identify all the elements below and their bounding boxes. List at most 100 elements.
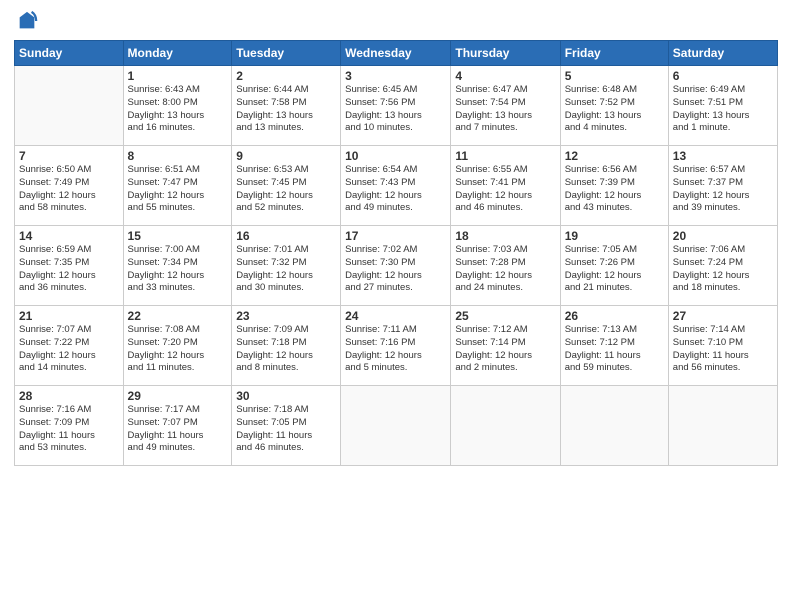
- cell-info: Sunrise: 6:56 AM Sunset: 7:39 PM Dayligh…: [565, 164, 664, 215]
- cell-date: 20: [673, 229, 773, 243]
- calendar-table: SundayMondayTuesdayWednesdayThursdayFrid…: [14, 40, 778, 466]
- cell-date: 12: [565, 149, 664, 163]
- calendar-cell: [668, 386, 777, 466]
- calendar-cell: [341, 386, 451, 466]
- calendar-cell: 6Sunrise: 6:49 AM Sunset: 7:51 PM Daylig…: [668, 66, 777, 146]
- cell-info: Sunrise: 6:47 AM Sunset: 7:54 PM Dayligh…: [455, 84, 555, 135]
- cell-info: Sunrise: 7:06 AM Sunset: 7:24 PM Dayligh…: [673, 244, 773, 295]
- cell-info: Sunrise: 6:51 AM Sunset: 7:47 PM Dayligh…: [128, 164, 228, 215]
- cell-date: 9: [236, 149, 336, 163]
- calendar-cell: 7Sunrise: 6:50 AM Sunset: 7:49 PM Daylig…: [15, 146, 124, 226]
- calendar-cell: 18Sunrise: 7:03 AM Sunset: 7:28 PM Dayli…: [451, 226, 560, 306]
- cell-date: 30: [236, 389, 336, 403]
- cell-date: 3: [345, 69, 446, 83]
- cell-date: 4: [455, 69, 555, 83]
- cell-date: 29: [128, 389, 228, 403]
- cell-info: Sunrise: 6:59 AM Sunset: 7:35 PM Dayligh…: [19, 244, 119, 295]
- cell-info: Sunrise: 7:17 AM Sunset: 7:07 PM Dayligh…: [128, 404, 228, 455]
- page: SundayMondayTuesdayWednesdayThursdayFrid…: [0, 0, 792, 612]
- calendar-cell: [560, 386, 668, 466]
- cell-info: Sunrise: 6:45 AM Sunset: 7:56 PM Dayligh…: [345, 84, 446, 135]
- cell-info: Sunrise: 7:01 AM Sunset: 7:32 PM Dayligh…: [236, 244, 336, 295]
- cell-info: Sunrise: 7:18 AM Sunset: 7:05 PM Dayligh…: [236, 404, 336, 455]
- cell-date: 26: [565, 309, 664, 323]
- cell-info: Sunrise: 7:14 AM Sunset: 7:10 PM Dayligh…: [673, 324, 773, 375]
- weekday-header: Tuesday: [232, 41, 341, 66]
- cell-date: 15: [128, 229, 228, 243]
- calendar-cell: 12Sunrise: 6:56 AM Sunset: 7:39 PM Dayli…: [560, 146, 668, 226]
- cell-info: Sunrise: 7:00 AM Sunset: 7:34 PM Dayligh…: [128, 244, 228, 295]
- cell-info: Sunrise: 7:13 AM Sunset: 7:12 PM Dayligh…: [565, 324, 664, 375]
- calendar-week-row: 21Sunrise: 7:07 AM Sunset: 7:22 PM Dayli…: [15, 306, 778, 386]
- calendar-cell: [451, 386, 560, 466]
- calendar-cell: 3Sunrise: 6:45 AM Sunset: 7:56 PM Daylig…: [341, 66, 451, 146]
- calendar-cell: 9Sunrise: 6:53 AM Sunset: 7:45 PM Daylig…: [232, 146, 341, 226]
- calendar-cell: 19Sunrise: 7:05 AM Sunset: 7:26 PM Dayli…: [560, 226, 668, 306]
- cell-info: Sunrise: 6:54 AM Sunset: 7:43 PM Dayligh…: [345, 164, 446, 215]
- calendar-cell: 30Sunrise: 7:18 AM Sunset: 7:05 PM Dayli…: [232, 386, 341, 466]
- cell-info: Sunrise: 6:48 AM Sunset: 7:52 PM Dayligh…: [565, 84, 664, 135]
- calendar-cell: 20Sunrise: 7:06 AM Sunset: 7:24 PM Dayli…: [668, 226, 777, 306]
- logo-icon: [16, 10, 38, 32]
- cell-date: 8: [128, 149, 228, 163]
- cell-info: Sunrise: 6:55 AM Sunset: 7:41 PM Dayligh…: [455, 164, 555, 215]
- cell-date: 19: [565, 229, 664, 243]
- calendar-week-row: 7Sunrise: 6:50 AM Sunset: 7:49 PM Daylig…: [15, 146, 778, 226]
- calendar-cell: 27Sunrise: 7:14 AM Sunset: 7:10 PM Dayli…: [668, 306, 777, 386]
- calendar-cell: 13Sunrise: 6:57 AM Sunset: 7:37 PM Dayli…: [668, 146, 777, 226]
- calendar-cell: 28Sunrise: 7:16 AM Sunset: 7:09 PM Dayli…: [15, 386, 124, 466]
- cell-info: Sunrise: 6:53 AM Sunset: 7:45 PM Dayligh…: [236, 164, 336, 215]
- cell-info: Sunrise: 6:50 AM Sunset: 7:49 PM Dayligh…: [19, 164, 119, 215]
- cell-date: 13: [673, 149, 773, 163]
- weekday-header: Sunday: [15, 41, 124, 66]
- cell-date: 23: [236, 309, 336, 323]
- cell-date: 28: [19, 389, 119, 403]
- calendar-cell: [15, 66, 124, 146]
- cell-info: Sunrise: 7:16 AM Sunset: 7:09 PM Dayligh…: [19, 404, 119, 455]
- logo: [14, 10, 38, 32]
- weekday-header: Wednesday: [341, 41, 451, 66]
- cell-date: 17: [345, 229, 446, 243]
- cell-info: Sunrise: 7:07 AM Sunset: 7:22 PM Dayligh…: [19, 324, 119, 375]
- cell-date: 24: [345, 309, 446, 323]
- cell-date: 14: [19, 229, 119, 243]
- cell-date: 6: [673, 69, 773, 83]
- cell-date: 27: [673, 309, 773, 323]
- cell-info: Sunrise: 7:08 AM Sunset: 7:20 PM Dayligh…: [128, 324, 228, 375]
- cell-date: 21: [19, 309, 119, 323]
- weekday-header: Friday: [560, 41, 668, 66]
- calendar-week-row: 1Sunrise: 6:43 AM Sunset: 8:00 PM Daylig…: [15, 66, 778, 146]
- cell-info: Sunrise: 7:03 AM Sunset: 7:28 PM Dayligh…: [455, 244, 555, 295]
- calendar-week-row: 14Sunrise: 6:59 AM Sunset: 7:35 PM Dayli…: [15, 226, 778, 306]
- calendar-cell: 25Sunrise: 7:12 AM Sunset: 7:14 PM Dayli…: [451, 306, 560, 386]
- cell-info: Sunrise: 7:05 AM Sunset: 7:26 PM Dayligh…: [565, 244, 664, 295]
- cell-date: 25: [455, 309, 555, 323]
- calendar-cell: 10Sunrise: 6:54 AM Sunset: 7:43 PM Dayli…: [341, 146, 451, 226]
- calendar-cell: 14Sunrise: 6:59 AM Sunset: 7:35 PM Dayli…: [15, 226, 124, 306]
- calendar-cell: 26Sunrise: 7:13 AM Sunset: 7:12 PM Dayli…: [560, 306, 668, 386]
- cell-date: 7: [19, 149, 119, 163]
- cell-date: 18: [455, 229, 555, 243]
- cell-info: Sunrise: 7:02 AM Sunset: 7:30 PM Dayligh…: [345, 244, 446, 295]
- cell-date: 22: [128, 309, 228, 323]
- cell-date: 2: [236, 69, 336, 83]
- calendar-cell: 17Sunrise: 7:02 AM Sunset: 7:30 PM Dayli…: [341, 226, 451, 306]
- weekday-header: Thursday: [451, 41, 560, 66]
- calendar-cell: 1Sunrise: 6:43 AM Sunset: 8:00 PM Daylig…: [123, 66, 232, 146]
- calendar-cell: 4Sunrise: 6:47 AM Sunset: 7:54 PM Daylig…: [451, 66, 560, 146]
- weekday-header-row: SundayMondayTuesdayWednesdayThursdayFrid…: [15, 41, 778, 66]
- cell-date: 11: [455, 149, 555, 163]
- header: [14, 10, 778, 32]
- weekday-header: Monday: [123, 41, 232, 66]
- calendar-cell: 16Sunrise: 7:01 AM Sunset: 7:32 PM Dayli…: [232, 226, 341, 306]
- cell-info: Sunrise: 6:44 AM Sunset: 7:58 PM Dayligh…: [236, 84, 336, 135]
- cell-date: 16: [236, 229, 336, 243]
- cell-info: Sunrise: 6:49 AM Sunset: 7:51 PM Dayligh…: [673, 84, 773, 135]
- cell-info: Sunrise: 7:12 AM Sunset: 7:14 PM Dayligh…: [455, 324, 555, 375]
- cell-info: Sunrise: 6:57 AM Sunset: 7:37 PM Dayligh…: [673, 164, 773, 215]
- weekday-header: Saturday: [668, 41, 777, 66]
- calendar-week-row: 28Sunrise: 7:16 AM Sunset: 7:09 PM Dayli…: [15, 386, 778, 466]
- calendar-cell: 29Sunrise: 7:17 AM Sunset: 7:07 PM Dayli…: [123, 386, 232, 466]
- cell-date: 5: [565, 69, 664, 83]
- cell-date: 1: [128, 69, 228, 83]
